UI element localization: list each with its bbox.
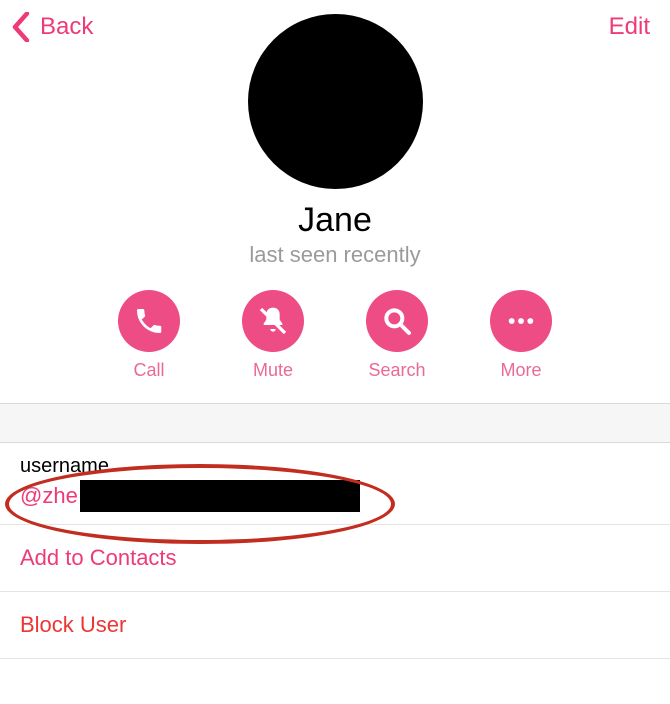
contact-name: Jane — [298, 201, 372, 240]
call-button[interactable]: Call — [118, 290, 180, 381]
add-to-contacts-button[interactable]: Add to Contacts — [0, 525, 670, 592]
phone-icon — [118, 290, 180, 352]
call-label: Call — [133, 360, 164, 381]
username-value: @zhe — [20, 480, 650, 512]
more-label: More — [500, 360, 541, 381]
username-row[interactable]: username @zhe — [0, 443, 670, 525]
more-button[interactable]: More — [490, 290, 552, 381]
status-text: last seen recently — [249, 242, 420, 268]
bell-off-icon — [242, 290, 304, 352]
more-icon — [490, 290, 552, 352]
edit-button[interactable]: Edit — [609, 13, 650, 41]
back-label: Back — [40, 13, 93, 41]
username-text: @zhe — [20, 483, 78, 509]
block-user-button[interactable]: Block User — [0, 592, 670, 659]
section-divider — [0, 403, 670, 443]
search-button[interactable]: Search — [366, 290, 428, 381]
mute-button[interactable]: Mute — [242, 290, 304, 381]
avatar[interactable] — [248, 14, 423, 189]
redaction-block — [80, 480, 360, 512]
search-icon — [366, 290, 428, 352]
back-button[interactable]: Back — [12, 12, 93, 42]
profile-section: Jane last seen recently — [0, 44, 670, 268]
chevron-left-icon — [12, 12, 30, 42]
mute-label: Mute — [253, 360, 293, 381]
search-label: Search — [368, 360, 425, 381]
info-section: username @zhe Add to Contacts Block User — [0, 443, 670, 659]
action-row: Call Mute Search More — [0, 290, 670, 403]
username-label: username — [20, 455, 650, 478]
